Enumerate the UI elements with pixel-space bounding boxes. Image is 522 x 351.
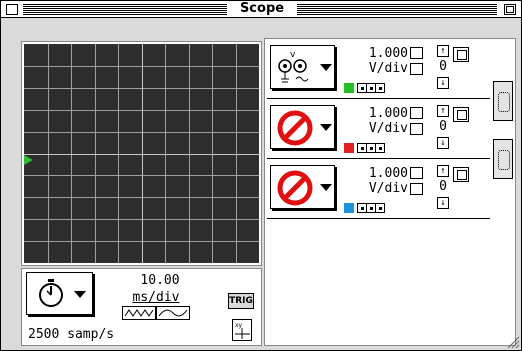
- channel-1-popup[interactable]: v: [270, 45, 335, 89]
- window-title: Scope: [233, 1, 291, 17]
- grid-vertical-line: [165, 44, 166, 263]
- channel-2-offset: 0: [439, 119, 447, 134]
- grid-vertical-line: [189, 44, 190, 263]
- channel-3-square-wave-button[interactable]: [410, 167, 423, 179]
- scope-display-panel: [21, 41, 262, 266]
- grid-horizontal-line: [24, 175, 259, 176]
- channel-1-offset-down-button[interactable]: ↓: [437, 77, 449, 89]
- grid-horizontal-line: [24, 219, 259, 220]
- timebase-panel: 10.00 ms/div 2500 samp/s TRIG xy: [21, 268, 262, 346]
- channel-3-units: V/div: [368, 181, 408, 196]
- scope-window: Scope 10.00 ms/div 2500 samp/s TRIG xy v…: [0, 0, 522, 351]
- channel-1-offset-up-button[interactable]: ↑: [437, 45, 449, 57]
- wave-expand-icon: [158, 309, 188, 317]
- channel-link-tab-2[interactable]: [493, 139, 513, 179]
- channel-3-color-swatch: [344, 203, 354, 213]
- timebase-popup[interactable]: [26, 272, 93, 315]
- channel-3-settings-button[interactable]: [453, 167, 469, 182]
- grid-horizontal-line: [24, 197, 259, 198]
- channel-2-offset-up-button[interactable]: ↑: [437, 105, 449, 117]
- trigger-level-marker[interactable]: [24, 155, 33, 165]
- xy-mode-button[interactable]: xy: [232, 319, 252, 341]
- grid-vertical-line: [212, 44, 213, 263]
- xy-icon: xy: [235, 322, 250, 339]
- timebase-units: ms/div: [132, 290, 180, 305]
- channel-1-coupling-selector[interactable]: [357, 83, 385, 93]
- stopwatch-icon: [39, 279, 63, 307]
- channel-3-offset-up-button[interactable]: ↑: [437, 165, 449, 177]
- channel-3-offset: 0: [439, 179, 447, 194]
- sample-rate: 2500 samp/s: [28, 327, 115, 342]
- channel-2-row: 1.000 V/div ↑ 0 ↓: [267, 101, 490, 159]
- channel-1-row: v 1.000 V/div ↑ 0 ↓: [267, 41, 490, 99]
- grid-horizontal-line: [24, 154, 259, 155]
- timebase-value[interactable]: 10.00: [130, 273, 190, 288]
- trigger-button[interactable]: TRIG: [228, 293, 254, 309]
- channel-1-color-swatch: [344, 83, 354, 93]
- no-entry-icon: [277, 110, 313, 146]
- channel-3-sine-wave-button[interactable]: [410, 183, 423, 195]
- channel-3-scale[interactable]: 1.000: [342, 166, 408, 182]
- chevron-down-icon: [320, 64, 332, 71]
- channel-2-sine-wave-button[interactable]: [410, 123, 423, 135]
- channel-1-offset: 0: [439, 59, 447, 74]
- grid-vertical-line: [236, 44, 237, 263]
- resize-grip-icon[interactable]: [504, 333, 520, 349]
- channel-1-units: V/div: [368, 61, 408, 76]
- close-box[interactable]: [6, 4, 18, 15]
- svg-text:v: v: [290, 50, 296, 60]
- timebase-increase-button[interactable]: [156, 306, 190, 320]
- channel-3-row: 1.000 V/div ↑ 0 ↓: [267, 161, 490, 219]
- no-entry-icon: [277, 170, 313, 206]
- channel-2-popup[interactable]: [270, 105, 335, 149]
- channel-1-sine-wave-button[interactable]: [410, 63, 423, 75]
- svg-text:xy: xy: [235, 322, 243, 329]
- chevron-down-icon: [320, 184, 332, 191]
- wave-compress-icon: [124, 309, 154, 317]
- channel-3-coupling-selector[interactable]: [357, 203, 385, 213]
- channel-3-popup[interactable]: [270, 165, 335, 209]
- chevron-down-icon: [320, 124, 332, 131]
- channel-2-square-wave-button[interactable]: [410, 107, 423, 119]
- title-bar[interactable]: Scope: [0, 0, 522, 18]
- channel-1-scale[interactable]: 1.000: [342, 46, 408, 62]
- scope-grid[interactable]: [24, 44, 259, 263]
- zoom-box[interactable]: [504, 4, 516, 15]
- channel-2-settings-button[interactable]: [453, 107, 469, 122]
- channel-2-units: V/div: [368, 121, 408, 136]
- grid-horizontal-line: [24, 241, 259, 242]
- channels-panel: v 1.000 V/div ↑ 0 ↓ 1.000 V/div ↑ 0 ↓ 1.…: [264, 38, 516, 346]
- channel-3-offset-down-button[interactable]: ↓: [437, 197, 449, 209]
- channel-1-square-wave-button[interactable]: [410, 47, 423, 59]
- channel-2-coupling-selector[interactable]: [357, 143, 385, 153]
- channel-1-settings-button[interactable]: [453, 47, 469, 62]
- timebase-adjust-buttons: [122, 306, 190, 321]
- channel-2-offset-down-button[interactable]: ↓: [437, 137, 449, 149]
- timebase-decrease-button[interactable]: [122, 306, 156, 320]
- probe-icon: v: [278, 50, 309, 83]
- channel-2-scale[interactable]: 1.000: [342, 106, 408, 122]
- chevron-down-icon: [74, 291, 86, 298]
- channel-link-tab-1[interactable]: [493, 81, 513, 121]
- channel-2-color-swatch: [344, 143, 354, 153]
